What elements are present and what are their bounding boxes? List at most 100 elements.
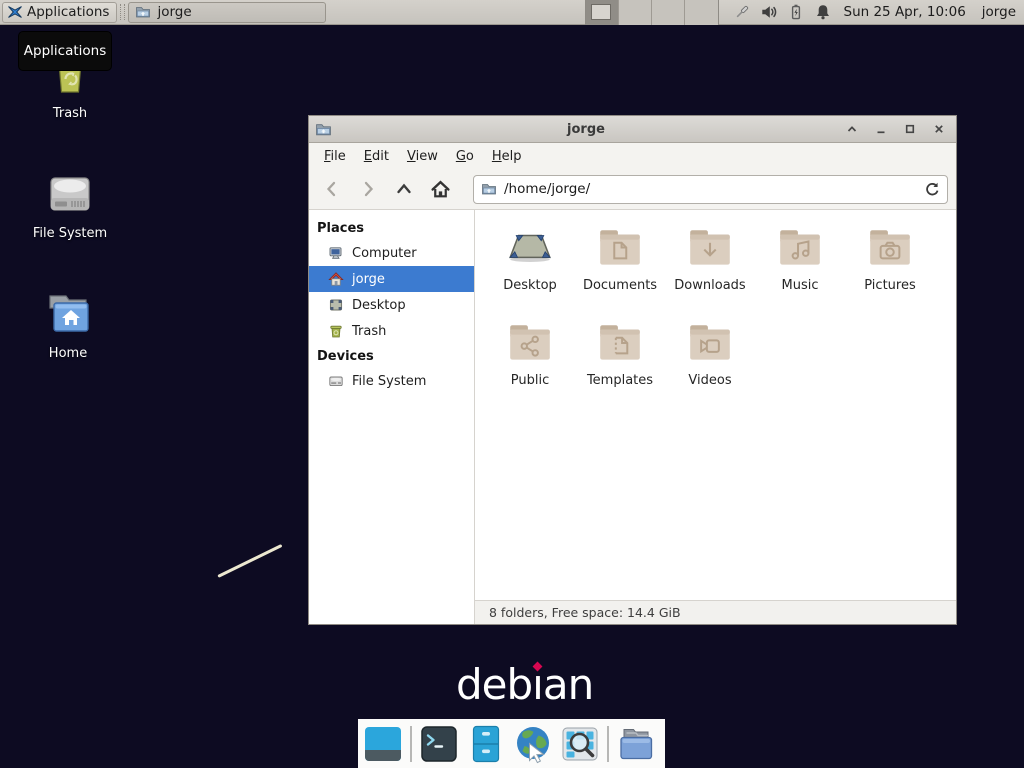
folder-label: Music (782, 278, 819, 293)
applications-menu-label: Applications (27, 4, 109, 20)
statusbar: 8 folders, Free space: 14.4 GiB (475, 600, 956, 624)
folder-item-pictures[interactable]: Pictures (845, 222, 935, 317)
home-folder-icon (42, 288, 94, 340)
videos-folder-icon (685, 321, 735, 365)
music-folder-icon (775, 226, 825, 270)
workspace-2[interactable] (619, 0, 652, 25)
folder-item-videos[interactable]: Videos (665, 317, 755, 412)
panel-username[interactable]: jorge (982, 4, 1016, 20)
path-folder-icon (481, 181, 497, 197)
sidebar-item-jorge[interactable]: jorge (309, 266, 474, 292)
back-button[interactable] (315, 174, 349, 204)
notifications-bell-icon[interactable] (814, 3, 832, 21)
drive-icon (328, 373, 344, 389)
sidebar-item-desktop[interactable]: Desktop (309, 292, 474, 318)
menu-help[interactable]: Help (483, 145, 531, 168)
desktop-icon-label: Trash (53, 106, 87, 121)
sidebar-item-file-system[interactable]: File System (309, 368, 474, 394)
menu-go[interactable]: Go (447, 145, 483, 168)
menu-file[interactable]: File (315, 145, 355, 168)
taskbar-window-label: jorge (157, 4, 191, 20)
window-titlebar[interactable]: jorge (309, 116, 956, 143)
desktop-icon-label: File System (33, 226, 107, 241)
toolbar (309, 169, 956, 210)
sidebar-item-trash[interactable]: Trash (309, 318, 474, 344)
pictures-folder-icon (865, 226, 915, 270)
workspace-4[interactable] (685, 0, 718, 25)
computer-icon (328, 245, 344, 261)
folder-icon (135, 4, 151, 20)
folder-item-documents[interactable]: Documents (575, 222, 665, 317)
minimize-button[interactable] (869, 119, 892, 140)
statusbar-text: 8 folders, Free space: 14.4 GiB (489, 605, 681, 620)
folder-item-music[interactable]: Music (755, 222, 845, 317)
trash-icon (328, 323, 344, 339)
folders-icon[interactable] (616, 724, 656, 764)
maximize-button[interactable] (898, 119, 921, 140)
taskbar-window-button[interactable]: jorge (128, 2, 326, 23)
application-finder-icon[interactable] (560, 724, 600, 764)
home-button[interactable] (423, 174, 457, 204)
brand-text-pre: deb (456, 660, 532, 709)
downloads-folder-icon (685, 226, 735, 270)
hard-drive-icon (44, 168, 96, 220)
dock-separator (607, 726, 609, 762)
menu-view[interactable]: View (398, 145, 447, 168)
folder-label: Downloads (674, 278, 745, 293)
public-folder-icon (505, 321, 555, 365)
templates-folder-icon (595, 321, 645, 365)
tool-icon[interactable] (733, 3, 751, 21)
path-input[interactable] (504, 181, 917, 197)
window-folder-icon (315, 121, 332, 138)
applications-menu-button[interactable]: Applications (2, 2, 117, 23)
workspace-3[interactable] (652, 0, 685, 25)
location-bar[interactable] (473, 175, 948, 204)
folder-item-templates[interactable]: Templates (575, 317, 665, 412)
folder-item-desktop[interactable]: Desktop (485, 222, 575, 317)
home-icon (328, 271, 344, 287)
volume-icon[interactable] (760, 3, 778, 21)
folder-label: Videos (688, 373, 731, 388)
folder-label: Desktop (503, 278, 557, 293)
workspace-window-thumbnail (591, 4, 611, 20)
shade-button[interactable] (840, 119, 863, 140)
brand-text-post: an (543, 660, 593, 709)
menubar: File Edit View Go Help (309, 143, 956, 169)
sidebar-item-label: Computer (352, 246, 417, 261)
sidebar-item-label: Desktop (352, 298, 406, 313)
reload-icon[interactable] (924, 181, 940, 197)
top-panel: Applications jorge (0, 0, 1024, 25)
file-cabinet-icon[interactable] (466, 724, 506, 764)
documents-folder-icon (595, 226, 645, 270)
sidebar-item-label: jorge (352, 272, 385, 287)
menu-edit[interactable]: Edit (355, 145, 398, 168)
folder-item-downloads[interactable]: Downloads (665, 222, 755, 317)
desktop-icon-file-system[interactable]: File System (12, 168, 128, 241)
panel-grip-handle[interactable] (120, 4, 125, 20)
web-browser-icon[interactable] (513, 724, 553, 764)
desktop-folder-icon (505, 226, 555, 270)
folder-label: Public (511, 373, 549, 388)
panel-clock[interactable]: Sun 25 Apr, 10:06 (844, 4, 966, 20)
desktop-icon (328, 297, 344, 313)
dock-separator (410, 726, 412, 762)
battery-charging-icon[interactable] (787, 3, 805, 21)
sidebar-item-computer[interactable]: Computer (309, 240, 474, 266)
bottom-dock (358, 719, 665, 768)
system-tray (733, 3, 832, 21)
applications-tooltip-text: Applications (24, 43, 106, 59)
forward-button[interactable] (351, 174, 385, 204)
workspace-1[interactable] (586, 0, 619, 25)
terminal-icon[interactable] (419, 724, 459, 764)
applications-tooltip: Applications (18, 31, 112, 71)
show-desktop-icon[interactable] (363, 724, 403, 764)
folder-item-public[interactable]: Public (485, 317, 575, 412)
desktop-icon-home[interactable]: Home (10, 288, 126, 361)
folder-label: Documents (583, 278, 657, 293)
folder-label: Pictures (864, 278, 915, 293)
file-grid[interactable]: Desktop Documents (475, 210, 956, 600)
close-button[interactable] (927, 119, 950, 140)
folder-label: Templates (587, 373, 653, 388)
up-button[interactable] (387, 174, 421, 204)
xfce-logo-icon (7, 4, 23, 20)
